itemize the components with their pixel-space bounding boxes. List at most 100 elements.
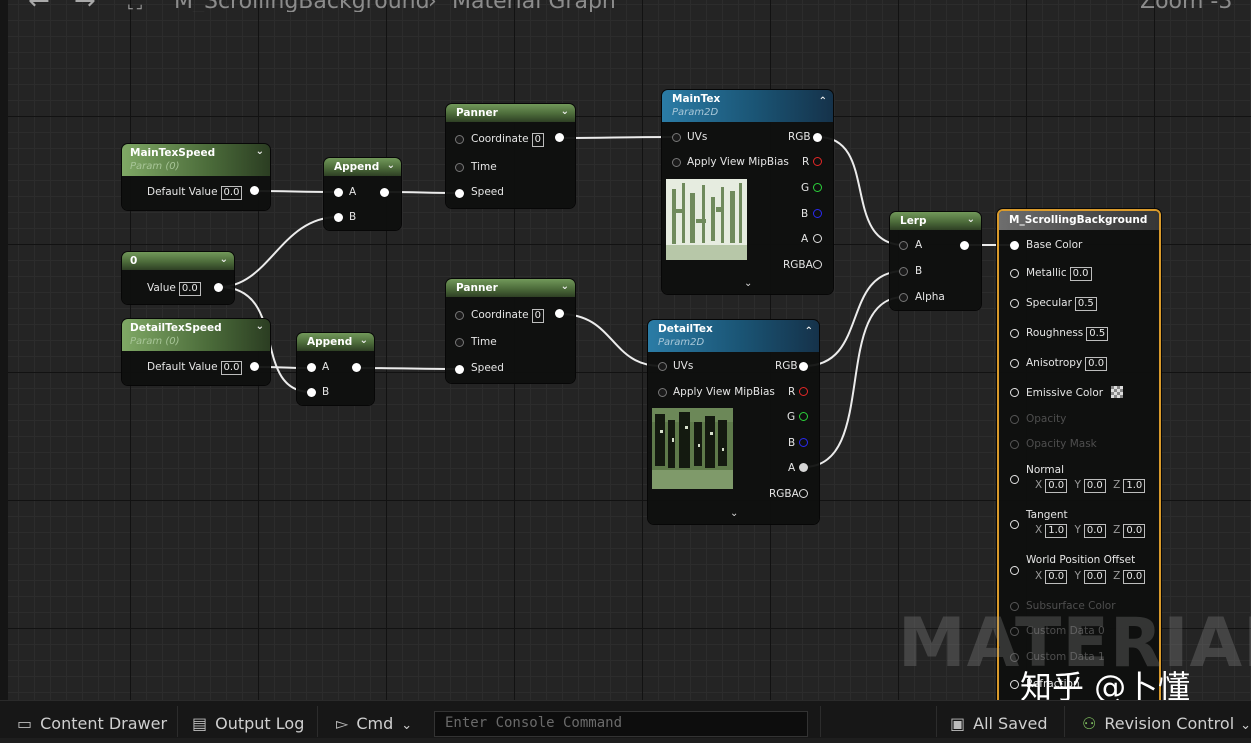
input-pin-speed[interactable] [455, 365, 464, 374]
anisotropy-field[interactable]: 0.0 [1085, 357, 1108, 371]
maintex-preview-thumbnail [666, 179, 747, 260]
output-pin-a[interactable] [813, 234, 822, 243]
input-pin-a[interactable] [899, 241, 908, 250]
output-pin-g[interactable] [813, 183, 822, 192]
normal-y-field[interactable]: 0.0 [1083, 479, 1106, 493]
input-pin-uvs[interactable] [672, 133, 681, 142]
node-panner-1[interactable]: Panner ⌄ Coordinate 0 Time Speed [446, 104, 575, 208]
input-pin-b[interactable] [307, 388, 316, 397]
node-panner-2[interactable]: Panner ⌄ Coordinate 0 Time Speed [446, 279, 575, 383]
node-lerp[interactable]: Lerp ⌄ A B Alpha [890, 212, 981, 310]
pin-default-value: Default Value 0.0 [147, 186, 243, 200]
tangent-x-field[interactable]: 1.0 [1045, 524, 1068, 538]
coordinate-field[interactable]: 0 [531, 309, 544, 323]
divider [317, 706, 318, 737]
terminal-icon: ▻ [336, 714, 349, 733]
input-pin-a[interactable] [334, 188, 343, 197]
checker-swatch-icon[interactable] [1111, 386, 1124, 398]
input-pin-uvs[interactable] [658, 362, 667, 371]
chevron-down-icon[interactable]: ⌄ [256, 146, 264, 157]
normal-x-field[interactable]: 0.0 [1045, 479, 1068, 493]
output-pin[interactable] [214, 283, 223, 292]
pin-coordinate: Coordinate 0 [471, 309, 544, 323]
input-pin-time[interactable] [455, 163, 464, 172]
wpo-x-field[interactable]: 0.0 [1045, 570, 1068, 584]
node-append-1[interactable]: Append ⌄ A B [324, 158, 401, 230]
tangent-y-field[interactable]: 0.0 [1083, 524, 1106, 538]
input-pin-b[interactable] [334, 213, 343, 222]
chevron-down-icon[interactable]: ⌄ [387, 160, 395, 171]
cmd-dropdown[interactable]: ▻ Cmd ⌄ [336, 714, 412, 743]
output-pin-rgb[interactable] [799, 362, 808, 371]
input-pin-wpo[interactable] [1010, 566, 1019, 575]
value-field[interactable]: 0.0 [178, 282, 201, 296]
output-pin[interactable] [352, 363, 361, 372]
metallic-field[interactable]: 0.0 [1069, 267, 1092, 281]
node-maintexspeed[interactable]: MainTexSpeed Param (0) ⌄ Default Value 0.0 [122, 144, 270, 210]
chevron-down-icon[interactable]: ⌄ [967, 214, 975, 225]
input-pin-coordinate[interactable] [455, 135, 464, 144]
chevron-down-icon[interactable]: ⌄ [360, 335, 368, 346]
output-pin[interactable] [250, 362, 259, 371]
input-pin-specular[interactable] [1010, 299, 1019, 308]
output-pin-g[interactable] [799, 412, 808, 421]
input-pin-coordinate[interactable] [455, 311, 464, 320]
content-drawer-button[interactable]: ▭ Content Drawer [17, 714, 167, 743]
output-pin[interactable] [960, 241, 969, 250]
input-pin-b[interactable] [899, 267, 908, 276]
pin-a-label: A [915, 239, 923, 251]
input-pin-mipbias[interactable] [658, 388, 667, 397]
output-pin-rgb[interactable] [813, 133, 822, 142]
input-pin-emissive[interactable] [1010, 388, 1019, 397]
value-field[interactable]: 0.0 [220, 361, 243, 375]
chevron-down-icon[interactable]: ⌄ [220, 254, 228, 265]
input-pin-base-color[interactable] [1010, 241, 1019, 250]
normal-z-field[interactable]: 1.0 [1123, 479, 1146, 493]
wpo-z-field[interactable]: 0.0 [1123, 570, 1146, 584]
roughness-field[interactable]: 0.5 [1086, 327, 1109, 341]
revision-control-button[interactable]: ⚇ Revision Control ⌄ [1082, 714, 1251, 743]
output-pin-b[interactable] [813, 209, 822, 218]
chevron-up-icon[interactable]: ⌃ [819, 96, 827, 107]
output-pin-rgba[interactable] [813, 260, 822, 269]
output-pin-r[interactable] [799, 387, 808, 396]
chevron-down-icon[interactable]: ⌄ [730, 508, 738, 519]
node-append-2[interactable]: Append ⌄ A B [297, 333, 374, 405]
tangent-z-field[interactable]: 0.0 [1123, 524, 1146, 538]
coordinate-field[interactable]: 0 [531, 133, 544, 147]
input-pin-time[interactable] [455, 338, 464, 347]
specular-field[interactable]: 0.5 [1074, 297, 1097, 311]
chevron-up-icon[interactable]: ⌃ [805, 326, 813, 337]
input-pin-roughness[interactable] [1010, 329, 1019, 338]
output-pin[interactable] [555, 309, 564, 318]
input-pin-metallic[interactable] [1010, 269, 1019, 278]
input-pin-normal[interactable] [1010, 475, 1019, 484]
chevron-down-icon[interactable]: ⌄ [256, 321, 264, 332]
node-detailtex[interactable]: DetailTex Param2D ⌃ UVs Apply View MipBias… [648, 320, 819, 524]
chevron-down-icon[interactable]: ⌄ [561, 281, 569, 292]
console-command-input[interactable]: Enter Console Command [434, 711, 808, 737]
input-pin-anisotropy[interactable] [1010, 359, 1019, 368]
output-pin[interactable] [250, 186, 259, 195]
chevron-down-icon[interactable]: ⌄ [561, 106, 569, 117]
output-log-button[interactable]: ▤ Output Log [192, 714, 304, 743]
output-pin[interactable] [380, 188, 389, 197]
input-pin-alpha[interactable] [899, 293, 908, 302]
output-pin-a[interactable] [799, 463, 808, 472]
node-constant-zero[interactable]: 0 ⌄ Value 0.0 [122, 252, 234, 304]
node-maintex[interactable]: MainTex Param2D ⌃ UVs Apply View MipBias R… [662, 90, 833, 294]
output-pin-r[interactable] [813, 157, 822, 166]
pin-g-label: G [801, 182, 810, 194]
output-pin-b[interactable] [799, 438, 808, 447]
input-pin-tangent[interactable] [1010, 520, 1019, 529]
value-field[interactable]: 0.0 [220, 186, 243, 200]
node-detailtexspeed[interactable]: DetailTexSpeed Param (0) ⌄ Default Value 0.… [122, 319, 270, 385]
wpo-y-field[interactable]: 0.0 [1083, 570, 1106, 584]
chevron-down-icon[interactable]: ⌄ [744, 278, 752, 289]
input-pin-a[interactable] [307, 363, 316, 372]
all-saved-button[interactable]: ▣ All Saved [950, 714, 1047, 743]
output-pin-rgba[interactable] [799, 489, 808, 498]
input-pin-mipbias[interactable] [672, 158, 681, 167]
input-pin-speed[interactable] [455, 189, 464, 198]
output-pin[interactable] [555, 133, 564, 142]
